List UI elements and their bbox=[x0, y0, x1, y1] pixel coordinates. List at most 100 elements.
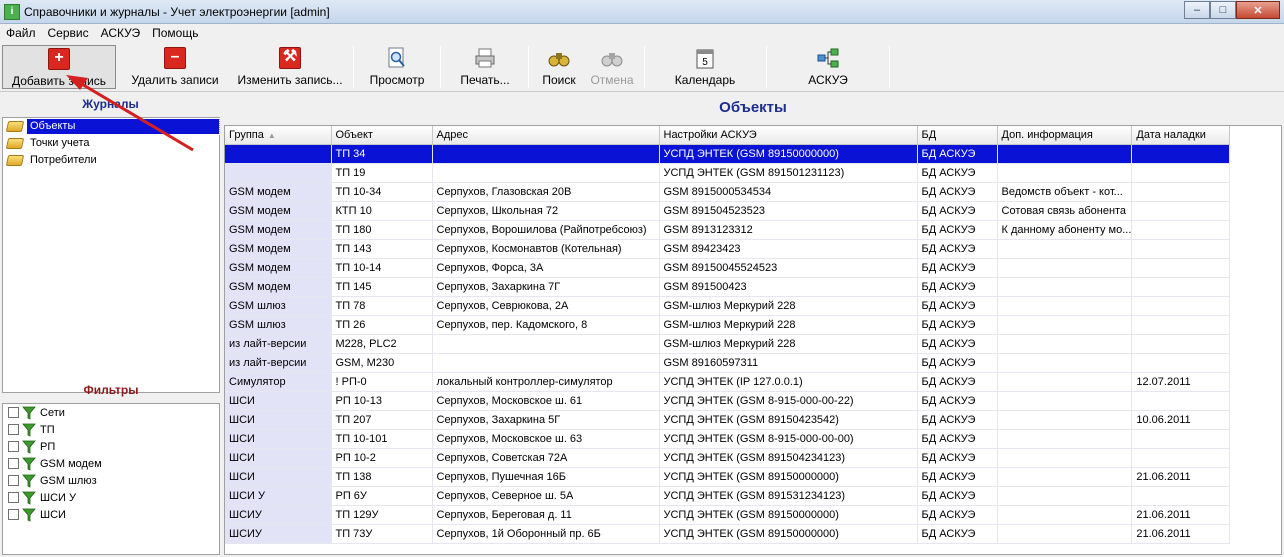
column-header-address[interactable]: Адрес bbox=[432, 126, 660, 145]
table-cell: Серпухов, Космонавтов (Котельная) bbox=[432, 239, 660, 259]
table-cell: ТП 26 bbox=[331, 315, 433, 335]
objects-table: Группа ▲ Объект Адрес Настройки АСКУЭ БД … bbox=[225, 126, 1231, 544]
minimize-button[interactable]: – bbox=[1184, 1, 1210, 19]
menu-help[interactable]: Помощь bbox=[146, 24, 204, 42]
column-header-group[interactable]: Группа ▲ bbox=[225, 126, 332, 145]
table-row[interactable]: GSM модем ТП 143 Серпухов, Космонавтов (Ко… bbox=[225, 239, 1231, 259]
funnel-icon bbox=[22, 474, 36, 488]
table-row[interactable]: GSM шлюз ТП 26 Серпухов, пер. Кадомского, … bbox=[225, 315, 1231, 335]
table-row[interactable]: Симулятор! РП-0 локальный контроллер-симу… bbox=[225, 372, 1231, 392]
table-cell: УСПД ЭНТЕК (GSM 89150423542) bbox=[659, 410, 918, 430]
maximize-button[interactable]: □ bbox=[1210, 1, 1236, 19]
table-row[interactable]: ТП 19 УСПД ЭНТЕК (GSM 891501231123) БД АСК… bbox=[225, 163, 1231, 183]
printer-icon bbox=[475, 48, 495, 68]
table-cell bbox=[1131, 486, 1231, 506]
tree-item-objects[interactable]: Объекты bbox=[3, 118, 220, 135]
table-row[interactable]: из лайт-версии GSM, M230 GSM 89160597311 БД… bbox=[225, 353, 1231, 373]
column-header-setup-date[interactable]: Дата наладки bbox=[1131, 126, 1231, 145]
search-button[interactable]: Поиск bbox=[536, 45, 582, 89]
print-button[interactable]: Печать... bbox=[450, 45, 520, 89]
table-cell: ! РП-0 bbox=[331, 372, 433, 392]
table-row[interactable]: ШСИ РП 10-13 Серпухов, Московское ш. 61 УСП… bbox=[225, 391, 1231, 411]
filter-label: ТП bbox=[40, 423, 55, 436]
table-cell bbox=[997, 467, 1133, 487]
filter-item[interactable]: Сети bbox=[3, 404, 219, 421]
table-row[interactable]: GSM модем КТП 10 Серпухов, Школьная 72 GSM … bbox=[225, 201, 1231, 221]
toolbar-separator bbox=[766, 46, 767, 88]
table-cell bbox=[1131, 334, 1231, 354]
table-row[interactable]: ШСИУ ТП 129У Серпухов, Береговая д. 11 УСПД… bbox=[225, 505, 1231, 525]
filter-item[interactable]: ТП bbox=[3, 421, 219, 438]
tree-item-label: Объекты bbox=[26, 118, 220, 135]
table-cell bbox=[1131, 448, 1231, 468]
calendar-icon: 5 bbox=[696, 49, 714, 69]
table-row[interactable]: из лайт-версии М228, PLC2 GSM-шлюз Меркури… bbox=[225, 334, 1231, 354]
journals-heading: Журналы bbox=[82, 97, 139, 111]
table-cell bbox=[432, 163, 660, 183]
main-panel: Объекты Группа ▲ Объект Адрес Настройки А… bbox=[224, 93, 1282, 557]
table-cell bbox=[1131, 391, 1231, 411]
calendar-button[interactable]: 5 Календарь bbox=[662, 45, 748, 89]
filter-item[interactable]: ШСИ У bbox=[3, 489, 219, 506]
preview-button[interactable]: Просмотр bbox=[362, 45, 432, 89]
cancel-button[interactable]: Отмена bbox=[586, 45, 638, 89]
filter-item[interactable]: РП bbox=[3, 438, 219, 455]
table-row[interactable]: GSM шлюз ТП 78 Серпухов, Севрюкова, 2А GSM-… bbox=[225, 296, 1231, 316]
add-record-button[interactable]: + Добавить запись bbox=[2, 45, 116, 89]
table-row[interactable]: GSM модем ТП 10-14 Серпухов, Форса, 3А GSM … bbox=[225, 258, 1231, 278]
table-row[interactable]: GSM модем ТП 10-34 Серпухов, Глазовская 20… bbox=[225, 182, 1231, 202]
tree-item-label: Потребители bbox=[30, 154, 97, 166]
window-title: Справочники и журналы - Учет электроэнер… bbox=[24, 5, 330, 19]
table-row[interactable]: GSM модем ТП 145 Серпухов, Захаркина 7Г GSM… bbox=[225, 277, 1231, 297]
column-header-askue-settings[interactable]: Настройки АСКУЭ bbox=[659, 126, 918, 145]
column-header-label: Группа bbox=[229, 128, 264, 141]
table-row[interactable]: ШСИ ТП 207 Серпухов, Захаркина 5Г УСПД ЭНТЕ… bbox=[225, 410, 1231, 430]
filter-item[interactable]: GSM модем bbox=[3, 455, 219, 472]
table-cell: БД АСКУЭ bbox=[917, 258, 998, 278]
column-header-object[interactable]: Объект bbox=[331, 126, 433, 145]
table-row[interactable]: ТП 34 УСПД ЭНТЕК (GSM 89150000000) БД АСКУ… bbox=[225, 144, 1231, 164]
table-row[interactable]: GSM модем ТП 180 Серпухов, Ворошилова (Рай… bbox=[225, 220, 1231, 240]
table-cell: Серпухов, пер. Кадомского, 8 bbox=[432, 315, 660, 335]
filter-checkbox[interactable] bbox=[8, 492, 19, 503]
filter-checkbox[interactable] bbox=[8, 441, 19, 452]
column-header-extra-info[interactable]: Доп. информация bbox=[997, 126, 1133, 145]
table-row[interactable]: ШСИ У РП 6У Серпухов, Северное ш. 5А УСПД Э… bbox=[225, 486, 1231, 506]
table-row[interactable]: ШСИ ТП 10-101 Серпухов, Московское ш. 63 УС… bbox=[225, 429, 1231, 449]
table-cell: ШСИ У bbox=[225, 486, 332, 506]
delete-records-button[interactable]: – Удалить записи bbox=[122, 45, 228, 89]
filter-item[interactable]: ШСИ bbox=[3, 506, 219, 523]
table-row[interactable]: ШСИ РП 10-2 Серпухов, Советская 72А УСПД ЭН… bbox=[225, 448, 1231, 468]
close-button[interactable]: ✕ bbox=[1236, 1, 1280, 19]
table-cell: БД АСКУЭ bbox=[917, 277, 998, 297]
tree-item-metering-points[interactable]: Точки учета bbox=[3, 135, 219, 152]
menu-askue[interactable]: АСКУЭ bbox=[95, 24, 147, 42]
edit-record-button[interactable]: ⚒ Изменить запись... bbox=[232, 45, 348, 89]
filter-checkbox[interactable] bbox=[8, 407, 19, 418]
window-controls: – □ ✕ bbox=[1184, 1, 1280, 20]
calendar-day-number: 5 bbox=[702, 57, 708, 68]
table-cell bbox=[997, 296, 1133, 316]
askue-button[interactable]: АСКУЭ bbox=[792, 45, 864, 89]
filter-item[interactable]: GSM шлюз bbox=[3, 472, 219, 489]
table-cell: БД АСКУЭ bbox=[917, 486, 998, 506]
objects-grid[interactable]: Группа ▲ Объект Адрес Настройки АСКУЭ БД … bbox=[224, 125, 1282, 555]
table-cell bbox=[432, 334, 660, 354]
table-cell: GSM модем bbox=[225, 277, 332, 297]
filter-checkbox[interactable] bbox=[8, 458, 19, 469]
table-cell: ШСИ bbox=[225, 410, 332, 430]
funnel-icon bbox=[22, 491, 36, 505]
filter-checkbox[interactable] bbox=[8, 509, 19, 520]
filter-checkbox[interactable] bbox=[8, 475, 19, 486]
table-cell: Серпухов, Севрюкова, 2А bbox=[432, 296, 660, 316]
table-row[interactable]: ШСИУ ТП 73У Серпухов, 1й Оборонный пр. 6Б У… bbox=[225, 524, 1231, 544]
menu-service[interactable]: Сервис bbox=[42, 24, 95, 42]
table-cell: Серпухов, Захаркина 7Г bbox=[432, 277, 660, 297]
column-header-db[interactable]: БД bbox=[917, 126, 998, 145]
table-row[interactable]: ШСИ ТП 138 Серпухов, Пушечная 16Б УСПД ЭНТЕ… bbox=[225, 467, 1231, 487]
table-cell: ТП 10-101 bbox=[331, 429, 433, 449]
tree-item-consumers[interactable]: Потребители bbox=[3, 152, 219, 169]
table-cell bbox=[997, 429, 1133, 449]
menu-file[interactable]: Файл bbox=[0, 24, 42, 42]
filter-checkbox[interactable] bbox=[8, 424, 19, 435]
